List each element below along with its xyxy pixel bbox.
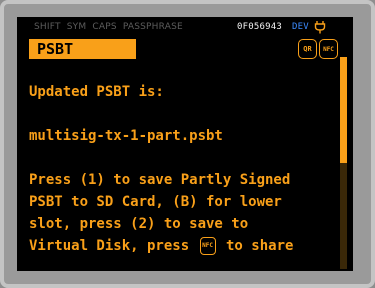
scrollbar[interactable] (340, 57, 347, 269)
instruction-line: PSBT to SD Card, (B) for lower (29, 194, 282, 210)
device-screen: SHIFT SYM CAPS PASSPHRASE 0F056943 DEV P… (17, 17, 353, 271)
keyboard-modes: SHIFT SYM CAPS PASSPHRASE (34, 17, 186, 37)
nfc-icon: NFC (319, 39, 338, 59)
psbt-filename: multisig-tx-1-part.psbt (29, 128, 223, 144)
qr-icon: QR (298, 39, 317, 59)
mode-shift: SHIFT (34, 22, 61, 32)
instruction-line: slot, press (2) to save to (29, 216, 249, 232)
dev-indicator: DEV (292, 22, 309, 32)
scrollbar-thumb[interactable] (340, 57, 347, 163)
page-title: PSBT Signed (29, 39, 136, 78)
status-bar: SHIFT SYM CAPS PASSPHRASE 0F056943 DEV (17, 17, 353, 37)
message-body: Updated PSBT is: multisig-tx-1-part.psbt… (29, 81, 335, 257)
usb-icon (314, 21, 326, 34)
instruction-line: Virtual Disk, press NFC to share (29, 235, 335, 257)
title-bar: PSBT Signed QR NFC (29, 39, 351, 78)
message-heading: Updated PSBT is: (29, 84, 164, 100)
instruction-text: to share (217, 238, 294, 254)
instruction-text: Virtual Disk, press (29, 238, 198, 254)
nfc-key-icon: NFC (199, 237, 216, 255)
mode-caps: CAPS (92, 22, 117, 32)
master-fingerprint: 0F056943 (237, 22, 282, 32)
mode-passphrase: PASSPHRASE (122, 22, 183, 32)
instruction-line: Press (1) to save Partly Signed (29, 172, 291, 188)
mode-sym: SYM (66, 22, 87, 32)
